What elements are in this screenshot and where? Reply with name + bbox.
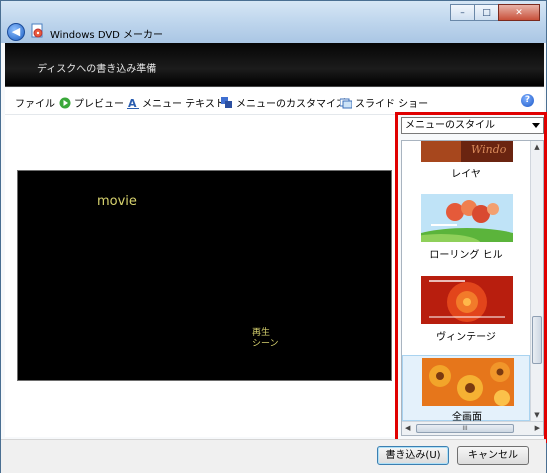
rolling-hills-thumbnail	[421, 194, 513, 242]
style-item-label: レイヤ	[451, 169, 481, 180]
style-item-fullscreen[interactable]: 全画面	[402, 355, 530, 423]
maximize-button[interactable]: □	[474, 4, 499, 21]
preview-area: movie 再生 シーン	[5, 115, 395, 437]
scroll-left-arrow-icon[interactable]: ◀	[405, 424, 410, 432]
toolbar: ファイル プレビュー A メニュー テキスト メニューのカスタマイズ スライド …	[5, 88, 544, 115]
scroll-right-arrow-icon[interactable]: ▶	[535, 424, 540, 432]
layer-thumbnail-text: Windo	[471, 143, 507, 156]
preview-play-label: 再生	[252, 328, 271, 338]
window-title: Windows DVD メーカー	[50, 30, 164, 41]
preview-label: プレビュー	[74, 99, 124, 110]
preview-button[interactable]: プレビュー	[59, 95, 124, 110]
vertical-scroll-thumb[interactable]	[532, 316, 542, 364]
scroll-up-arrow-icon[interactable]: ▲	[533, 143, 541, 151]
layer-thumbnail: Windo	[421, 141, 513, 162]
horizontal-scroll-thumb[interactable]: III	[416, 424, 514, 433]
menu-style-dropdown[interactable]: メニューのスタイル	[401, 117, 544, 134]
style-item-label: ヴィンテージ	[436, 332, 496, 343]
menu-preview: movie 再生 シーン	[17, 170, 392, 381]
play-icon	[59, 97, 71, 109]
page-title: ディスクへの書き込み準備	[37, 64, 157, 75]
preview-title: movie	[97, 194, 137, 209]
cancel-button[interactable]: キャンセル	[457, 446, 529, 465]
customize-label: メニューのカスタマイズ	[236, 99, 346, 110]
style-item-rolling-hills[interactable]: ローリング ヒル	[402, 193, 530, 265]
slideshow-button[interactable]: スライド ショー	[340, 95, 428, 110]
close-button[interactable]: ✕	[498, 4, 540, 21]
page-header: ディスクへの書き込み準備	[5, 43, 544, 87]
menu-text-button[interactable]: A メニュー テキスト	[127, 95, 225, 110]
file-menu-label: ファイル	[15, 99, 55, 110]
fullscreen-thumbnail	[422, 358, 514, 406]
preview-menu: 再生 シーン	[252, 328, 279, 350]
style-item-layer[interactable]: Windo レイヤ	[402, 141, 530, 185]
burn-button[interactable]: 書き込み(U)	[377, 446, 449, 465]
dvd-maker-app-icon	[31, 23, 43, 38]
slideshow-icon	[340, 97, 352, 109]
style-item-vintage[interactable]: ヴィンテージ	[402, 275, 530, 347]
customize-icon	[221, 96, 233, 109]
menu-style-list: Windo レイヤ ローリング ヒル ヴィンテージ 全画面 ▲ ▼ ◀ III …	[401, 140, 544, 436]
style-list-horizontal-scrollbar[interactable]: ◀ III ▶	[402, 421, 543, 435]
style-item-label: ローリング ヒル	[429, 250, 503, 261]
dvd-maker-window: ◀ Windows DVD メーカー – □ ✕ ディスクへの書き込み準備 ファ…	[0, 0, 547, 473]
file-menu[interactable]: ファイル	[15, 95, 55, 110]
title-bar: ◀ Windows DVD メーカー – □ ✕	[1, 1, 546, 43]
back-button[interactable]: ◀	[7, 23, 25, 41]
menu-text-label: メニュー テキスト	[142, 99, 225, 110]
customize-menu-button[interactable]: メニューのカスタマイズ	[221, 95, 346, 110]
help-icon[interactable]: ?	[521, 94, 534, 107]
menu-style-dropdown-value: メニューのスタイル	[405, 120, 495, 131]
caption-buttons: – □ ✕	[450, 4, 540, 21]
scroll-down-arrow-icon[interactable]: ▼	[533, 411, 541, 419]
slideshow-label: スライド ショー	[355, 99, 429, 110]
style-list-vertical-scrollbar[interactable]: ▲ ▼	[530, 141, 543, 421]
preview-scenes-label: シーン	[252, 339, 279, 349]
chevron-down-icon	[532, 123, 540, 128]
svg-text:A: A	[128, 97, 137, 109]
vintage-thumbnail	[421, 276, 513, 324]
footer-buttons: 書き込み(U) キャンセル	[1, 439, 546, 473]
minimize-button[interactable]: –	[450, 4, 475, 21]
text-icon: A	[127, 97, 139, 109]
